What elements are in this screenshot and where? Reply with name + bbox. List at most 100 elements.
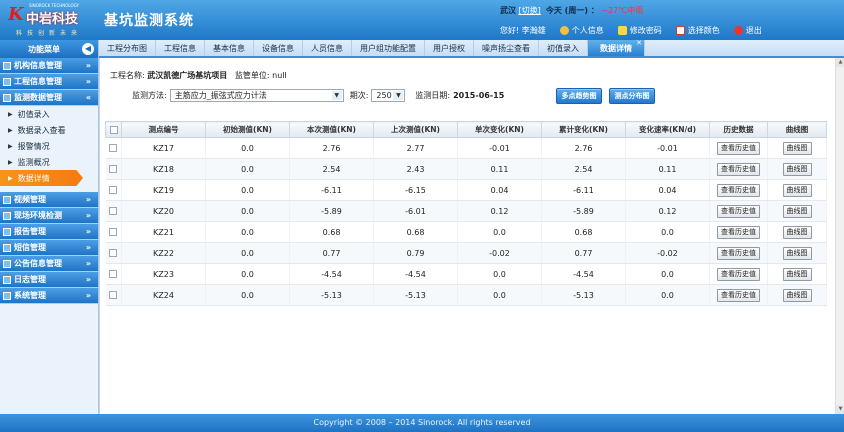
col-header[interactable]: 本次测值(KN) [289, 121, 374, 138]
row-checkbox[interactable] [105, 242, 122, 264]
view-history-button[interactable]: 查看历史值 [717, 183, 760, 197]
curve-chart-button[interactable]: 曲线图 [782, 162, 812, 176]
main-panel: 工程名称: 武汉凯德广场基坑项目 监管单位: null 监测方法: 主筋应力_振… [99, 58, 844, 414]
row-checkbox[interactable] [105, 158, 122, 180]
tab-user-auth[interactable]: 用户授权 [425, 40, 474, 56]
view-history-button[interactable]: 查看历史值 [717, 204, 760, 218]
menu-group-org[interactable]: 机构信息管理» [0, 58, 98, 74]
col-header[interactable]: 上次测值(KN) [373, 121, 458, 138]
tab-device-info[interactable]: 设备信息 [254, 40, 303, 56]
row-checkbox[interactable] [105, 284, 122, 306]
choose-color-link[interactable]: 选择颜色 [675, 25, 720, 36]
row-checkbox[interactable] [105, 200, 122, 222]
table-cell: -5.89 [541, 200, 626, 222]
table-cell: 0.0 [625, 263, 710, 285]
sub-item-initial-entry[interactable]: ▶ 初值录入 [0, 106, 98, 122]
curve-chart-button[interactable]: 曲线图 [782, 267, 812, 281]
tab-data-detail[interactable]: 数据详情 ✕ [588, 39, 645, 56]
table-cell: -5.13 [373, 284, 458, 306]
row-checkbox[interactable] [105, 179, 122, 201]
curve-chart-button[interactable]: 曲线图 [782, 246, 812, 260]
view-history-button[interactable]: 查看历史值 [717, 141, 760, 155]
view-history-button[interactable]: 查看历史值 [717, 267, 760, 281]
col-header[interactable]: 初始测值(KN) [205, 121, 290, 138]
switch-city-link[interactable]: [切换] [519, 6, 541, 15]
col-header[interactable]: 单次变化(KN) [457, 121, 542, 138]
filter-line: 监测方法: 主筋应力_振弦式应力计法 ▼ 期次: 250 ▼ 监测日期: 201… [132, 89, 504, 102]
tab-project-info[interactable]: 工程信息 [156, 40, 205, 56]
view-history-button[interactable]: 查看历史值 [717, 225, 760, 239]
sub-item-overview[interactable]: ▶ 监测概况 [0, 154, 98, 170]
date-label: 监测日期: [415, 91, 451, 100]
tab-staff-info[interactable]: 人员信息 [303, 40, 352, 56]
table-cell: 0.68 [289, 221, 374, 243]
view-history-button[interactable]: 查看历史值 [717, 246, 760, 260]
tab-project-map[interactable]: 工程分布图 [99, 40, 156, 56]
sub-item-alarm[interactable]: ▶ 报警情况 [0, 138, 98, 154]
sub-item-data-entry[interactable]: ▶ 数据录入查看 [0, 122, 98, 138]
chevron-down-icon: ▼ [331, 91, 342, 100]
menu-group-environment[interactable]: 现场环境检测» [0, 208, 98, 224]
table-cell: 0.04 [625, 179, 710, 201]
point-distribution-button[interactable]: 测点分布图 [609, 88, 655, 104]
date-value: 2015-06-15 [453, 91, 505, 100]
tab-group-config[interactable]: 用户组功能配置 [352, 40, 425, 56]
multi-point-trend-button[interactable]: 多点趋势图 [556, 88, 602, 104]
menu-group-log[interactable]: 日志管理» [0, 272, 98, 288]
chevron-up-icon: « [85, 93, 91, 102]
menu-group-notice[interactable]: 公告信息管理» [0, 256, 98, 272]
arrow-right-icon: ▶ [8, 110, 13, 118]
logo-name: 中岩科技 [26, 12, 79, 27]
col-header[interactable]: 变化速率(KN/d) [625, 121, 710, 138]
cell-history: 查看历史值 [709, 137, 768, 159]
select-all-checkbox[interactable] [105, 121, 122, 138]
menu-group-project[interactable]: 工程信息管理» [0, 74, 98, 90]
vertical-scrollbar[interactable]: ▲ ▼ [835, 58, 844, 414]
close-icon[interactable]: ✕ [636, 39, 642, 47]
table-row: KZ19 0.0 -6.11 -6.15 0.04 -6.11 0.04 查看历史值 曲线图 [105, 179, 827, 201]
table-cell: 0.12 [457, 200, 542, 222]
table-cell: -0.01 [457, 137, 542, 159]
col-header[interactable]: 测点编号 [121, 121, 206, 138]
row-checkbox[interactable] [105, 221, 122, 243]
table-cell: 2.54 [289, 158, 374, 180]
curve-chart-button[interactable]: 曲线图 [782, 288, 812, 302]
table-cell: 0.0 [205, 263, 290, 285]
view-history-button[interactable]: 查看历史值 [717, 288, 760, 302]
profile-link[interactable]: 个人信息 [559, 25, 604, 36]
menu-group-video[interactable]: 视频管理» [0, 192, 98, 208]
menu-group-report[interactable]: 报告管理» [0, 224, 98, 240]
project-line: 工程名称: 武汉凯德广场基坑项目 监管单位: null [110, 70, 287, 81]
table-cell: 0.0 [457, 263, 542, 285]
curve-chart-button[interactable]: 曲线图 [782, 141, 812, 155]
scroll-up-icon[interactable]: ▲ [836, 58, 844, 67]
collapse-icon[interactable]: ◀ [82, 43, 94, 55]
scroll-down-icon[interactable]: ▼ [836, 405, 844, 414]
tab-initial-entry[interactable]: 初值录入 [539, 40, 588, 56]
logout-link[interactable]: 退出 [733, 25, 762, 36]
curve-chart-button[interactable]: 曲线图 [782, 204, 812, 218]
change-password-link[interactable]: 修改密码 [617, 25, 662, 36]
table-cell: -6.15 [373, 179, 458, 201]
menu-group-monitoring[interactable]: 监测数据管理 « [0, 90, 98, 106]
project-label: 工程名称: [110, 71, 145, 80]
table-cell: -6.11 [289, 179, 374, 201]
row-checkbox[interactable] [105, 263, 122, 285]
tab-noise-dust[interactable]: 噪声扬尘查看 [474, 40, 539, 56]
col-header[interactable]: 累计变化(KN) [541, 121, 626, 138]
curve-chart-button[interactable]: 曲线图 [782, 225, 812, 239]
table-row: KZ22 0.0 0.77 0.79 -0.02 0.77 -0.02 查看历史值 曲线图 [105, 242, 827, 264]
period-select[interactable]: 250 ▼ [371, 89, 406, 102]
tab-basic-info[interactable]: 基本信息 [205, 40, 254, 56]
table-cell: 2.77 [373, 137, 458, 159]
menu-group-sms[interactable]: 短信管理» [0, 240, 98, 256]
sub-item-data-detail[interactable]: ▶ 数据详情 [0, 170, 83, 186]
folder-icon [3, 93, 11, 102]
view-history-button[interactable]: 查看历史值 [717, 162, 760, 176]
row-checkbox[interactable] [105, 137, 122, 159]
curve-chart-button[interactable]: 曲线图 [782, 183, 812, 197]
menu-group-system[interactable]: 系统管理» [0, 288, 98, 304]
method-label: 监测方法: [132, 91, 167, 100]
method-select[interactable]: 主筋应力_振弦式应力计法 ▼ [169, 89, 344, 102]
table-cell: KZ22 [121, 242, 206, 264]
